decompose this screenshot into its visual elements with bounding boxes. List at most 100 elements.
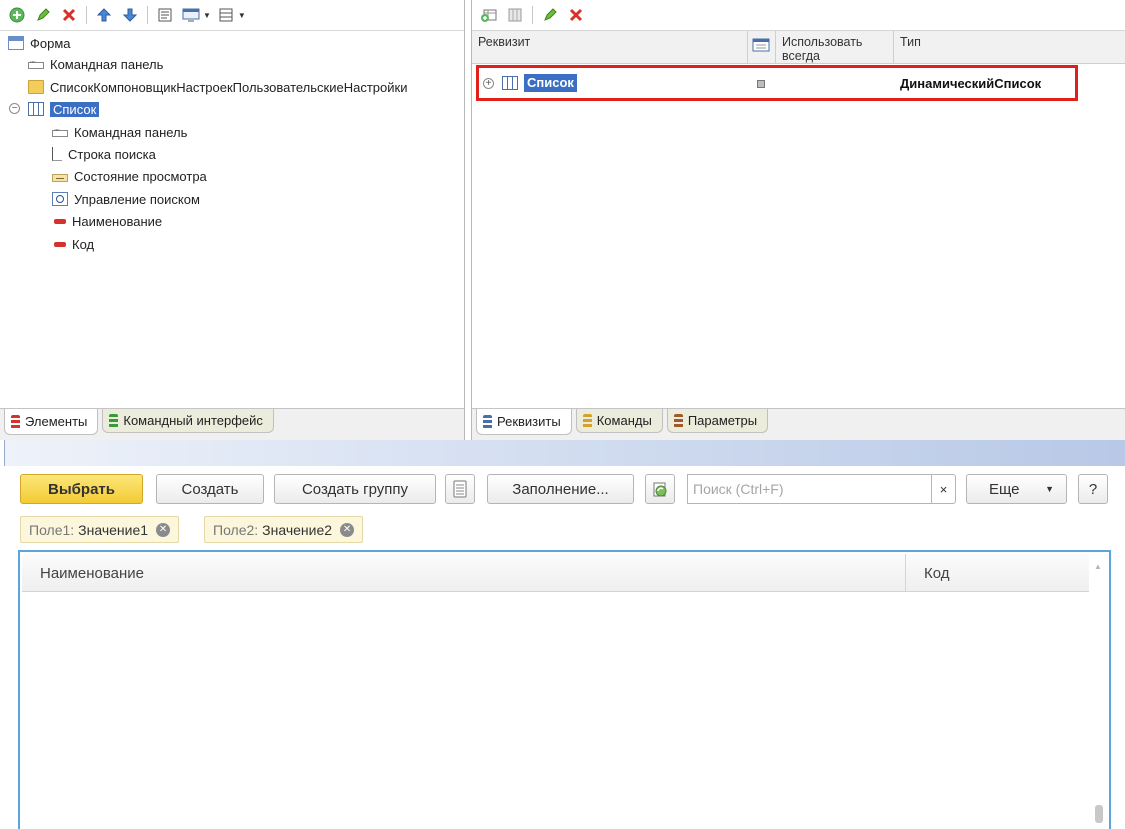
column-header-code[interactable]: Код [906,554,1089,592]
pencil-icon [37,8,50,21]
right-panel-tabs: Реквизиты Команды Параметры [472,408,1125,440]
tab-label: Элементы [25,414,88,429]
tab-label: Командный интерфейс [123,413,263,428]
tab-command-interface[interactable]: Командный интерфейс [102,409,274,433]
filter-tag-field2[interactable]: Поле2: Значение2 ✕ [204,516,364,543]
add-table-icon [481,9,497,22]
tree-item-label: Управление поиском [74,191,200,207]
monitor-icon [182,8,200,22]
tree-item-label: Форма [30,35,71,51]
tree-item-label: СписокКомпоновщикНастроекПользовательски… [50,79,408,95]
tree-item-user-settings[interactable]: СписокКомпоновщикНастроекПользовательски… [28,77,407,97]
tree-item-label: Код [72,236,95,252]
tree-item-search-string[interactable]: Строка поиска [52,144,156,164]
move-up-icon[interactable] [93,4,115,26]
tree-item-code-field[interactable]: Код [52,234,94,254]
tree-item-label: Командная панель [74,124,188,140]
layout-icon[interactable] [215,4,237,26]
tab-attributes[interactable]: Реквизиты [476,409,572,435]
field-red-icon [54,218,66,224]
red-x-icon [569,8,583,22]
filter-tag-field1[interactable]: Поле1: Значение1 ✕ [20,516,180,543]
toolbar-separator [86,6,87,24]
move-down-icon[interactable] [119,4,141,26]
field-red-icon [54,241,66,247]
more-button[interactable]: Еще ▼ [966,474,1067,504]
vertical-scrollbar[interactable]: ▲ [1093,556,1105,825]
more-label: Еще [989,480,1020,498]
toolbar-separator [147,6,148,24]
form-preview: Выбрать Создать Создать группу Заполнени… [0,440,1125,829]
select-button[interactable]: Выбрать [20,474,143,504]
tab-elements[interactable]: Элементы [4,409,99,435]
add-circle-icon [9,7,25,23]
add-column-icon[interactable] [504,4,526,26]
create-button[interactable]: Создать [156,474,264,504]
arrow-down-icon [122,8,138,22]
help-button[interactable]: ? [1078,474,1108,504]
tree-item-form[interactable]: Форма [8,33,71,53]
tree-item-label: Строка поиска [68,146,156,162]
tree-item-list[interactable]: Список [28,99,100,119]
folder-icon [28,80,44,94]
chevron-down-icon: ▼ [1045,484,1054,494]
attributes-panel: Реквизит Использовать всегда Тип + Списо… [471,0,1125,440]
tree-item-label: Состояние просмотра [74,168,207,184]
tree-item-command-bar[interactable]: Командная панель [28,54,163,74]
remove-filter-icon[interactable]: ✕ [340,522,355,537]
collapse-toggle-icon[interactable]: − [9,103,20,114]
tab-label: Команды [596,413,652,428]
add-icon[interactable] [6,4,28,26]
preview-command-bar: Выбрать Создать Создать группу Заполнени… [20,474,1111,504]
view-mode-icon[interactable] [180,4,202,26]
delete-icon[interactable] [58,4,80,26]
edit-pencil-icon[interactable] [32,4,54,26]
tree-item-name-field[interactable]: Наименование [52,211,162,231]
command-bar-icon [52,127,68,137]
tab-parameters[interactable]: Параметры [666,409,769,433]
command-bar-icon [28,59,44,69]
list-properties-icon [158,8,172,22]
delete-icon[interactable] [565,4,587,26]
tree-item-search-control[interactable]: Управление поиском [52,189,200,209]
red-x-icon [62,8,76,22]
tree-item-view-state[interactable]: Состояние просмотра [52,166,207,186]
column-header-use-always[interactable]: Использовать всегда [776,31,894,64]
list-settings-icon [453,480,467,498]
list-table[interactable]: Наименование Код ▲ [18,550,1111,829]
column-header-type[interactable]: Тип [894,31,1124,64]
add-attribute-icon[interactable] [478,4,500,26]
designer-window: ▼ ▼ Форма Командная панель СписокКомпоно… [0,0,1125,829]
table-columns-icon [508,8,522,22]
tree-item-label: Командная панель [50,56,164,72]
chevron-down-icon[interactable]: ▼ [203,11,211,20]
elements-toolbar: ▼ ▼ [0,0,464,30]
refresh-button[interactable] [645,474,675,504]
tree-item-list-command-bar[interactable]: Командная панель [52,122,187,142]
scroll-thumb[interactable] [1095,805,1103,823]
pencil-icon [544,8,557,21]
scroll-up-icon[interactable]: ▲ [1094,562,1102,571]
remove-filter-icon[interactable]: ✕ [156,522,171,537]
tab-commands[interactable]: Команды [575,409,663,433]
tree-item-label: Список [50,101,100,117]
attributes-toolbar [472,0,1125,30]
column-header-attribute[interactable]: Реквизит [472,31,748,64]
toolbar-separator [532,6,533,24]
edit-pencil-icon[interactable] [539,4,561,26]
input-field-icon [52,147,62,161]
column-header-name[interactable]: Наименование [22,554,906,592]
attributes-table-header: Реквизит Использовать всегда Тип [472,30,1125,64]
form-elements-panel: ▼ ▼ Форма Командная панель СписокКомпоно… [0,0,465,440]
stack-icon [582,413,592,428]
left-panel-tabs: Элементы Командный интерфейс [0,408,464,440]
fill-button[interactable]: Заполнение... [487,474,634,504]
create-group-button[interactable]: Создать группу [274,474,436,504]
search-input[interactable]: Поиск (Ctrl+F) [687,474,932,504]
chevron-down-icon[interactable]: ▼ [238,11,246,20]
view-state-icon [52,173,68,182]
filter-value: Значение1 [78,521,149,538]
clear-search-button[interactable]: × [931,474,956,504]
properties-icon[interactable] [154,4,176,26]
list-settings-button[interactable] [445,474,475,504]
